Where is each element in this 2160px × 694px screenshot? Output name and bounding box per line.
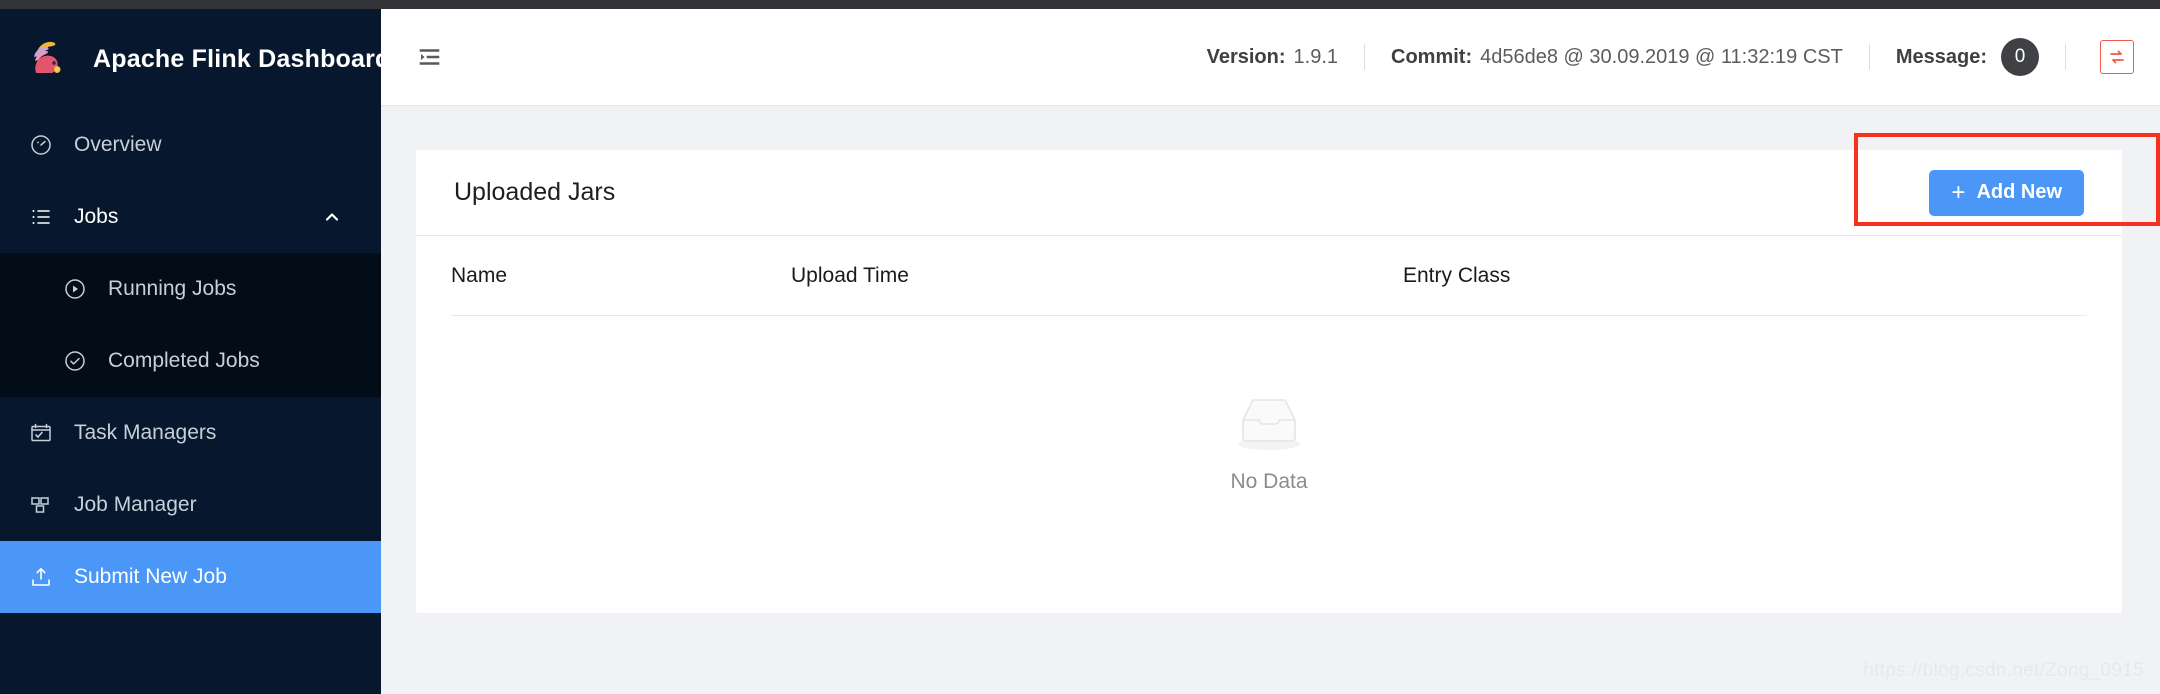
- version-value: 1.9.1: [1293, 45, 1339, 68]
- refresh-toggle-icon[interactable]: [2100, 40, 2134, 74]
- sidebar-item-jobs[interactable]: Jobs: [0, 181, 381, 253]
- plus-icon: +: [1951, 178, 1966, 206]
- sidebar-item-label: Jobs: [74, 205, 119, 228]
- sidebar-nav: Overview Jobs Running Jobs Completed Job…: [0, 109, 381, 613]
- separator: [1868, 44, 1870, 70]
- column-header-entry-class[interactable]: Entry Class: [1403, 264, 2087, 288]
- brand[interactable]: Apache Flink Dashboard: [0, 9, 390, 109]
- sidebar-item-label: Completed Jobs: [108, 349, 260, 372]
- sidebar-item-label: Job Manager: [74, 493, 197, 516]
- separator: [2065, 44, 2066, 70]
- brand-title: Apache Flink Dashboard: [93, 44, 391, 73]
- upload-icon: [28, 564, 54, 590]
- list-icon: [28, 204, 54, 230]
- sidebar-item-task-managers[interactable]: Task Managers: [0, 397, 381, 469]
- commit-value: 4d56de8 @ 30.09.2019 @ 11:32:19 CST: [1480, 45, 1843, 68]
- sidebar-item-running-jobs[interactable]: Running Jobs: [0, 253, 381, 325]
- jars-table: Name Upload Time Entry Class No Data: [416, 236, 2122, 568]
- header-status-group: Version: 1.9.1 Commit: 4d56de8 @ 30.09.2…: [1207, 38, 2160, 76]
- column-header-name[interactable]: Name: [451, 264, 791, 288]
- table-header-row: Name Upload Time Entry Class: [451, 236, 2087, 316]
- browser-chrome-strip: [0, 0, 2160, 9]
- top-header: Version: 1.9.1 Commit: 4d56de8 @ 30.09.2…: [381, 9, 2160, 106]
- flink-squirrel-logo: [25, 35, 73, 83]
- job-manager-icon: [28, 492, 54, 518]
- chevron-up-icon[interactable]: [323, 208, 341, 226]
- add-new-button-label: Add New: [1976, 181, 2062, 203]
- version-label: Version:: [1206, 45, 1286, 68]
- column-header-upload-time[interactable]: Upload Time: [791, 264, 1403, 288]
- check-circle-icon: [62, 348, 88, 374]
- message-count-badge[interactable]: 0: [2001, 38, 2039, 76]
- content-area: Uploaded Jars + Add New Name Upload Time…: [381, 106, 2160, 694]
- sidebar-item-label: Task Managers: [74, 421, 217, 444]
- sidebar-item-label: Submit New Job: [74, 565, 227, 588]
- uploaded-jars-card: Uploaded Jars + Add New Name Upload Time…: [416, 150, 2122, 613]
- sidebar-item-overview[interactable]: Overview: [0, 109, 381, 181]
- commit-label: Commit:: [1391, 45, 1473, 68]
- add-new-button[interactable]: + Add New: [1929, 169, 2084, 216]
- page-title: Uploaded Jars: [454, 178, 616, 206]
- empty-box-icon: [1226, 391, 1312, 458]
- menu-fold-icon[interactable]: [407, 35, 451, 79]
- sidebar-item-label: Overview: [74, 133, 162, 156]
- sidebar-item-label: Running Jobs: [108, 277, 237, 300]
- dashboard-icon: [28, 132, 54, 158]
- card-header: Uploaded Jars + Add New: [416, 150, 2122, 236]
- empty-state: No Data: [451, 316, 2087, 568]
- watermark: https://blog.csdn.net/Zong_0915: [1863, 660, 2144, 681]
- sidebar-item-job-manager[interactable]: Job Manager: [0, 469, 381, 541]
- sidebar-submenu-jobs: Running Jobs Completed Jobs: [0, 253, 381, 397]
- app-root: Apache Flink Dashboard Overview Jobs Run…: [0, 0, 2160, 694]
- task-manager-icon: [28, 420, 54, 446]
- sidebar: Apache Flink Dashboard Overview Jobs Run…: [0, 9, 390, 694]
- sidebar-item-completed-jobs[interactable]: Completed Jobs: [0, 325, 381, 397]
- message-label: Message:: [1895, 45, 1987, 68]
- sidebar-item-submit-new-job[interactable]: Submit New Job: [0, 541, 381, 613]
- separator: [1364, 44, 1366, 70]
- play-circle-icon: [62, 276, 88, 302]
- empty-state-text: No Data: [1230, 469, 1308, 493]
